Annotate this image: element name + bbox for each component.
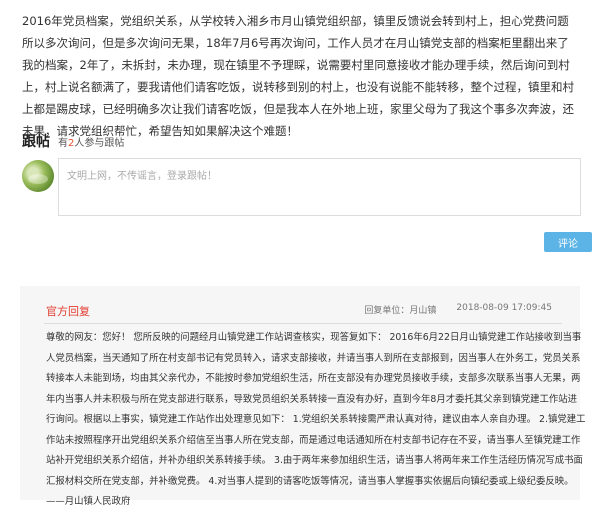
official-reply-panel: 官方回复 回复单位：月山镇 2018-08-09 17:09:45 尊敬的网友：…	[20, 286, 585, 507]
reply-time: 2018-08-09 17:09:45	[456, 303, 552, 313]
follow-count-text: 有2人参与跟帖	[58, 134, 124, 149]
follow-header: 跟帖 有2人参与跟帖	[22, 131, 124, 151]
reply-content: 尊敬的网友：您好！ 您所反映的问题经月山镇党建工作站调查核实，现答复如下： 20…	[46, 332, 586, 507]
follow-count-suffix: 人参与跟帖	[74, 138, 125, 149]
reply-divider	[44, 323, 562, 324]
post-content: 2016年党员档案，党组织关系，从学校转入湘乡市月山镇党组织部，镇里反馈说会转到…	[22, 14, 574, 138]
comment-submit-button[interactable]: 评论	[544, 232, 592, 252]
avatar	[22, 160, 54, 192]
official-reply-label: 官方回复	[46, 305, 90, 318]
follow-count-prefix: 有	[58, 138, 68, 149]
comment-input[interactable]	[59, 159, 580, 215]
follow-title: 跟帖	[22, 134, 50, 150]
reply-meta: 回复单位：月山镇 2018-08-09 17:09:45	[364, 303, 552, 316]
reply-unit: 回复单位：月山镇	[364, 306, 437, 316]
comment-box	[58, 158, 581, 216]
